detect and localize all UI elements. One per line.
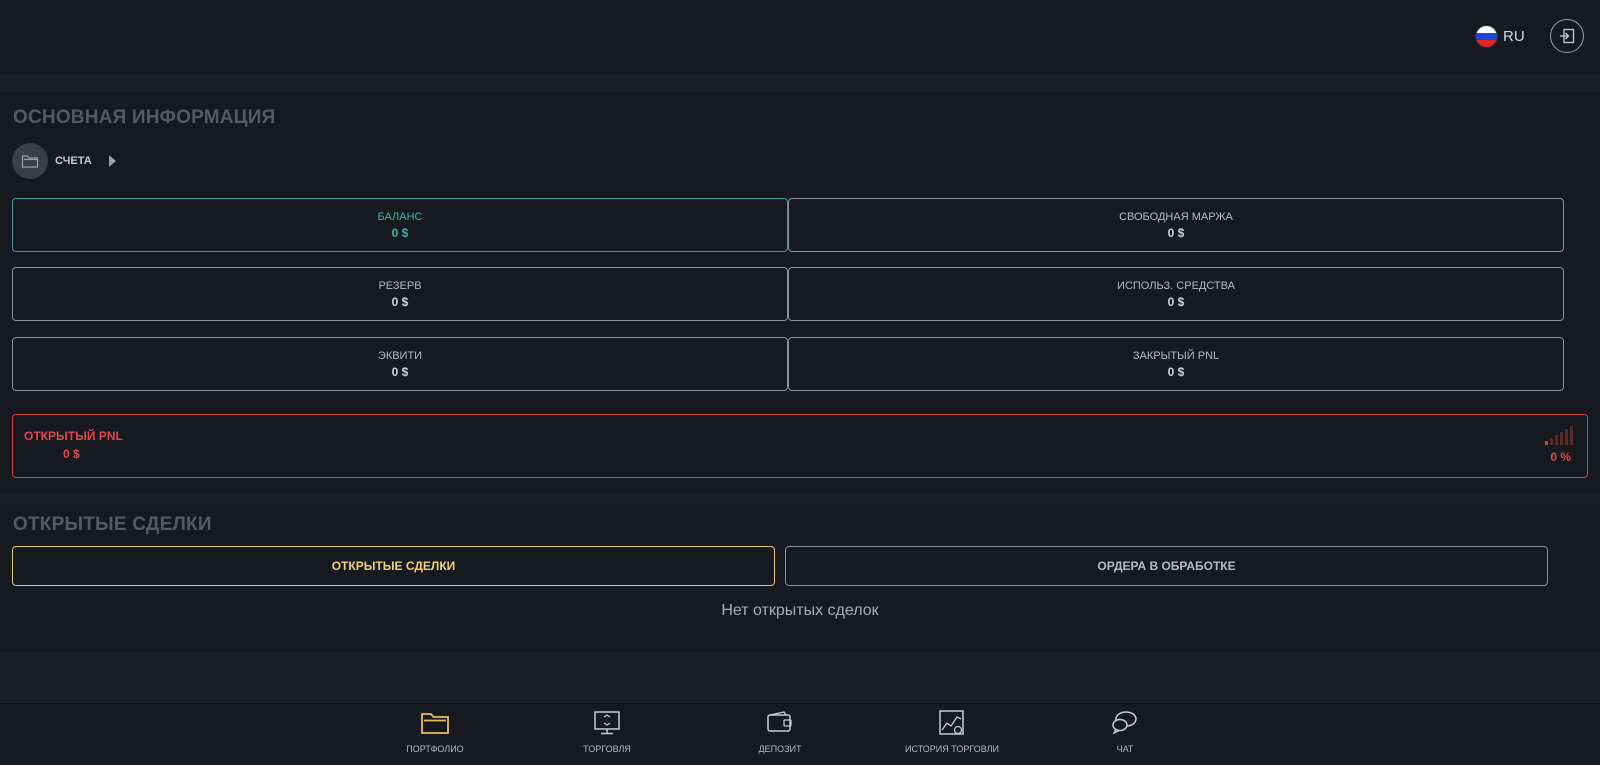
free-margin-card[interactable]: СВОБОДНАЯ МАРЖА 0 $ xyxy=(788,198,1564,252)
nav-trading[interactable]: ТОРГОВЛЯ xyxy=(537,708,677,754)
balance-card[interactable]: БАЛАНС 0 $ xyxy=(12,198,788,252)
bottom-navigation: ПОРТФОЛИО ТОРГОВЛЯ ДЕПОЗИТ ИСТОРИЯ ТОРГО… xyxy=(0,703,1600,765)
balance-label: БАЛАНС xyxy=(377,211,423,223)
wallet-icon xyxy=(766,708,794,738)
nav-portfolio[interactable]: ПОРТФОЛИО xyxy=(365,708,505,754)
open-trades-panel: ОТКРЫТЫЕ СДЕЛКИ ОТКРЫТЫЕ СДЕЛКИ ОРДЕРА В… xyxy=(0,504,1600,652)
trading-monitor-icon xyxy=(593,708,621,738)
logout-button[interactable] xyxy=(1550,19,1584,53)
open-trades-title: ОТКРЫТЫЕ СДЕЛКИ xyxy=(13,514,212,535)
closed-pnl-card[interactable]: ЗАКРЫТЫЙ PNL 0 $ xyxy=(788,337,1564,391)
accounts-toggle[interactable]: СЧЕТА xyxy=(12,143,116,179)
equity-card[interactable]: ЭКВИТИ 0 $ xyxy=(12,337,788,391)
accounts-folder-icon xyxy=(12,143,48,179)
open-pnl-label: ОТКРЫТЫЙ PNL xyxy=(24,429,123,443)
free-margin-value: 0 $ xyxy=(1167,226,1185,240)
nav-trade-history[interactable]: ИСТОРИЯ ТОРГОВЛИ xyxy=(882,708,1022,754)
pnl-signal-bars-icon xyxy=(1545,425,1573,445)
russia-flag-icon xyxy=(1476,25,1497,47)
used-funds-label: ИСПОЛЬЗ. СРЕДСТВА xyxy=(1117,280,1235,292)
main-info-panel: ОСНОВНАЯ ИНФОРМАЦИЯ СЧЕТА БАЛАНС 0 $ СВО… xyxy=(0,92,1600,494)
logout-icon xyxy=(1560,28,1575,44)
nav-chat[interactable]: ЧАТ xyxy=(1055,708,1195,754)
nav-deposit[interactable]: ДЕПОЗИТ xyxy=(710,708,850,754)
nav-deposit-label: ДЕПОЗИТ xyxy=(758,744,802,754)
main-info-title: ОСНОВНАЯ ИНФОРМАЦИЯ xyxy=(13,107,276,128)
closed-pnl-value: 0 $ xyxy=(1167,365,1185,379)
equity-label: ЭКВИТИ xyxy=(377,350,423,362)
balance-value: 0 $ xyxy=(391,226,409,240)
tab-pending-orders[interactable]: ОРДЕРА В ОБРАБОТКЕ xyxy=(785,546,1548,586)
free-margin-label: СВОБОДНАЯ МАРЖА xyxy=(1119,211,1233,223)
chat-icon xyxy=(1111,708,1139,738)
accounts-label: СЧЕТА xyxy=(55,155,92,167)
used-funds-card[interactable]: ИСПОЛЬЗ. СРЕДСТВА 0 $ xyxy=(788,267,1564,321)
tab-open-trades[interactable]: ОТКРЫТЫЕ СДЕЛКИ xyxy=(12,546,775,586)
language-selector[interactable]: RU xyxy=(1476,24,1525,48)
nav-chat-label: ЧАТ xyxy=(1116,744,1134,754)
open-pnl-value: 0 $ xyxy=(63,447,80,461)
reserve-value: 0 $ xyxy=(391,295,409,309)
language-label: RU xyxy=(1503,27,1525,45)
reserve-card[interactable]: РЕЗЕРВ 0 $ xyxy=(12,267,788,321)
reserve-label: РЕЗЕРВ xyxy=(378,280,422,292)
folder-icon xyxy=(420,708,450,738)
nav-trading-label: ТОРГОВЛЯ xyxy=(583,744,631,754)
closed-pnl-label: ЗАКРЫТЫЙ PNL xyxy=(1132,350,1220,362)
arrow-right-icon[interactable] xyxy=(108,155,116,167)
top-bar: RU xyxy=(0,0,1600,75)
empty-trades-message: Нет открытых сделок xyxy=(721,602,879,619)
open-pnl-percent: 0 % xyxy=(1550,450,1571,464)
nav-trade-history-label: ИСТОРИЯ ТОРГОВЛИ xyxy=(905,744,999,754)
trade-history-icon xyxy=(938,708,966,738)
equity-value: 0 $ xyxy=(391,365,409,379)
used-funds-value: 0 $ xyxy=(1167,295,1185,309)
open-pnl-card[interactable]: ОТКРЫТЫЙ PNL 0 $ 0 % xyxy=(12,414,1588,478)
nav-portfolio-label: ПОРТФОЛИО xyxy=(406,744,464,754)
